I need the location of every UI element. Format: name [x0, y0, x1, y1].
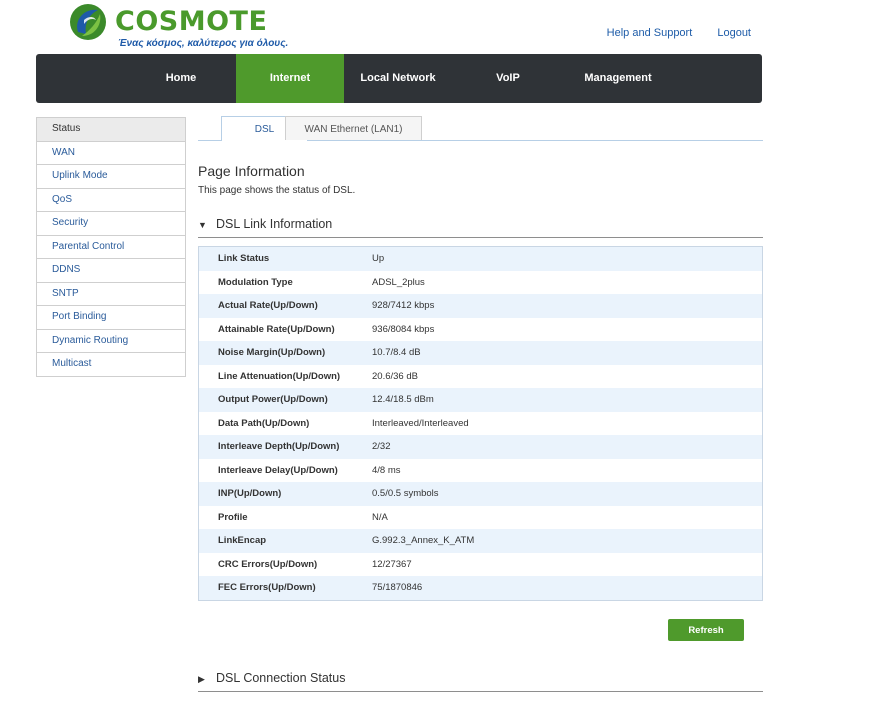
dsl-link-section-title: DSL Link Information — [216, 217, 333, 231]
table-row: Actual Rate(Up/Down) 928/7412 kbps — [199, 294, 762, 318]
row-label: INP(Up/Down) — [218, 488, 282, 499]
row-value: Interleaved/Interleaved — [372, 417, 469, 429]
logout-link[interactable]: Logout — [717, 27, 751, 39]
table-row: Noise Margin(Up/Down) 10.7/8.4 dB — [199, 341, 762, 365]
table-row: Data Path(Up/Down) Interleaved/Interleave… — [199, 411, 762, 435]
row-label: Link Status — [218, 253, 270, 264]
row-value: 928/7412 kbps — [372, 300, 435, 311]
row-label: FEC Errors(Up/Down) — [218, 582, 316, 593]
row-value: N/A — [372, 511, 388, 523]
row-value: ADSL_2plus — [372, 276, 425, 288]
row-label: Output Power(Up/Down) — [218, 394, 328, 405]
table-row: Interleave Delay(Up/Down) 4/8 ms — [199, 458, 762, 482]
cosmote-logo[interactable]: COSMOTE Ένας κόσμος, καλύτερος για όλους… — [68, 2, 288, 50]
nav-voip[interactable]: VoIP — [452, 54, 564, 103]
row-value: 12.4/18.5 dBm — [372, 394, 434, 405]
cosmote-logo-icon — [70, 4, 106, 40]
row-label: Actual Rate(Up/Down) — [218, 300, 318, 311]
top-links: Help and Support Logout — [585, 27, 751, 39]
dsl-link-table: Link Status Up Modulation Type ADSL_2plus … — [198, 246, 763, 601]
table-row: Attainable Rate(Up/Down) 936/8084 kbps — [199, 317, 762, 341]
row-label: Interleave Depth(Up/Down) — [218, 441, 340, 452]
sidebar-item-wan[interactable]: WAN — [37, 142, 185, 165]
table-row: CRC Errors(Up/Down) 12/27367 — [199, 552, 762, 576]
sidebar-item-status[interactable]: Status — [37, 118, 185, 142]
sidebar-item-multicast[interactable]: Multicast — [37, 353, 185, 377]
row-value: 75/1870846 — [372, 582, 423, 593]
sidebar: Status WAN Uplink Mode QoS Security Pare… — [36, 117, 186, 377]
triangle-right-icon: ▶ — [198, 674, 205, 684]
dsl-connection-section-title: DSL Connection Status — [216, 671, 346, 685]
row-value: 936/8084 kbps — [372, 323, 435, 335]
row-value: G.992.3_Annex_K_ATM — [372, 535, 475, 546]
brand-name: COSMOTE — [115, 6, 268, 37]
row-label: Interleave Delay(Up/Down) — [218, 464, 338, 476]
row-label: Line Attenuation(Up/Down) — [218, 370, 341, 382]
table-row: Interleave Depth(Up/Down) 2/32 — [199, 435, 762, 459]
nav-local-network[interactable]: Local Network — [344, 54, 452, 103]
row-label: Data Path(Up/Down) — [218, 417, 310, 429]
sidebar-item-sntp[interactable]: SNTP — [37, 283, 185, 306]
row-value: 12/27367 — [372, 558, 412, 570]
row-value: 2/32 — [372, 441, 391, 452]
tab-wan-ethernet[interactable]: WAN Ethernet (LAN1) — [285, 116, 422, 140]
sidebar-item-qos[interactable]: QoS — [37, 189, 185, 212]
dsl-link-section-header[interactable]: ▼ DSL Link Information — [198, 217, 763, 238]
sidebar-item-uplink-mode[interactable]: Uplink Mode — [37, 165, 185, 189]
row-label: LinkEncap — [218, 535, 267, 546]
status-tabs: DSL WAN Ethernet (LAN1) — [198, 116, 763, 141]
sidebar-item-security[interactable]: Security — [37, 212, 185, 236]
row-value: Up — [372, 253, 385, 264]
table-row: INP(Up/Down) 0.5/0.5 symbols — [199, 482, 762, 506]
table-row: Line Attenuation(Up/Down) 20.6/36 dB — [199, 364, 762, 388]
help-support-link[interactable]: Help and Support — [607, 27, 693, 39]
row-label: CRC Errors(Up/Down) — [218, 558, 318, 570]
triangle-down-icon: ▼ — [198, 220, 207, 230]
page-description: This page shows the status of DSL. — [198, 185, 356, 196]
row-label: Noise Margin(Up/Down) — [218, 347, 326, 358]
sidebar-item-parental-control[interactable]: Parental Control — [37, 236, 185, 259]
dsl-connection-section-header[interactable]: ▶ DSL Connection Status — [198, 671, 763, 692]
row-value: 4/8 ms — [372, 464, 401, 476]
row-value: 0.5/0.5 symbols — [372, 488, 439, 499]
nav-internet[interactable]: Internet — [236, 54, 344, 103]
table-row: FEC Errors(Up/Down) 75/1870846 — [199, 576, 762, 600]
refresh-button[interactable]: Refresh — [668, 619, 744, 641]
row-value: 20.6/36 dB — [372, 370, 418, 382]
table-row: LinkEncap G.992.3_Annex_K_ATM — [199, 529, 762, 553]
table-row: Link Status Up — [199, 247, 762, 271]
brand-tagline: Ένας κόσμος, καλύτερος για όλους. — [118, 38, 289, 49]
row-label: Modulation Type — [218, 276, 293, 288]
sidebar-item-port-binding[interactable]: Port Binding — [37, 306, 185, 330]
table-row: Modulation Type ADSL_2plus — [199, 270, 762, 294]
page-title: Page Information — [198, 163, 305, 179]
row-label: Attainable Rate(Up/Down) — [218, 323, 335, 335]
sidebar-item-ddns[interactable]: DDNS — [37, 259, 185, 283]
row-value: 10.7/8.4 dB — [372, 347, 421, 358]
nav-home[interactable]: Home — [126, 54, 236, 103]
sidebar-item-dynamic-routing[interactable]: Dynamic Routing — [37, 330, 185, 353]
table-row: Profile N/A — [199, 505, 762, 529]
main-nav: Home Internet Local Network VoIP Managem… — [36, 54, 762, 103]
row-label: Profile — [218, 511, 248, 523]
table-row: Output Power(Up/Down) 12.4/18.5 dBm — [199, 388, 762, 412]
nav-management[interactable]: Management — [564, 54, 672, 103]
